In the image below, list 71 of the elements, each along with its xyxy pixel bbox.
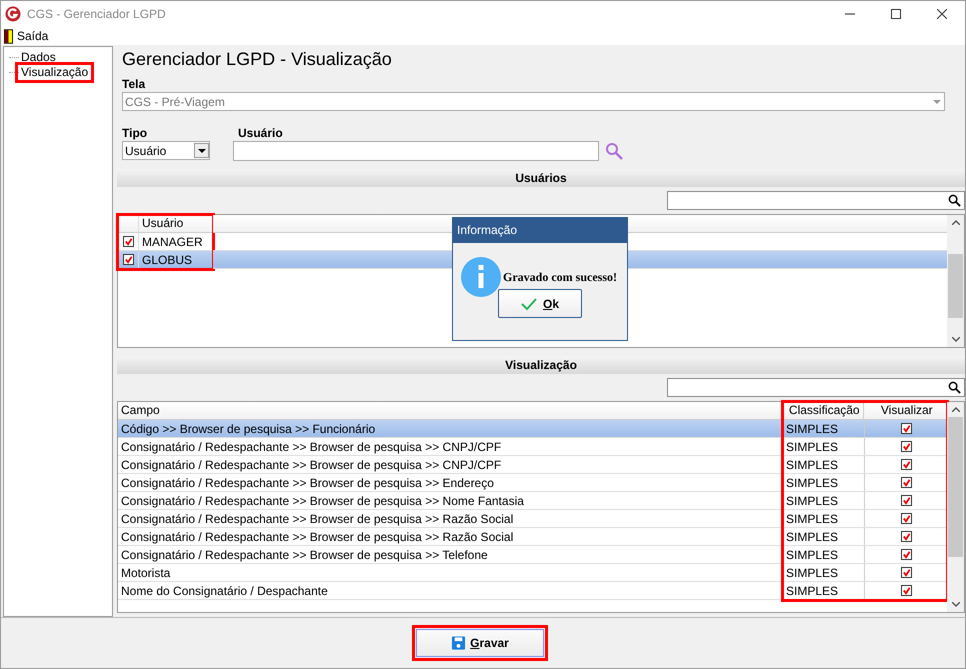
- checkbox[interactable]: [900, 441, 912, 452]
- checkbox[interactable]: [122, 236, 134, 247]
- table-cell: SIMPLES: [783, 420, 865, 437]
- window-title: CGS - Gerenciador LGPD: [27, 7, 166, 21]
- table-cell-text: Consignatário / Redespachante >> Browser de pesquisa >> Endereço: [120, 476, 494, 490]
- column-header: Visualizar: [880, 402, 934, 419]
- checkbox[interactable]: [900, 477, 912, 488]
- section-header: Usuários: [117, 169, 965, 187]
- table-cell-text: Consignatário / Redespachante >> Browser de pesquisa >> CNPJ/CPF: [120, 440, 502, 454]
- column-header: Usuário: [141, 215, 184, 232]
- scroll-up-icon[interactable]: [952, 220, 960, 225]
- table-cell-text: Consignatário / Redespachante >> Browser de pesquisa >> CNPJ/CPF: [120, 458, 502, 472]
- filter-field[interactable]: [667, 378, 965, 397]
- type-dropdown[interactable]: Usuário: [122, 141, 210, 160]
- checkbox[interactable]: [900, 531, 912, 542]
- field-label: Usuário: [237, 125, 284, 141]
- table-cell: SIMPLES: [783, 492, 865, 509]
- app-logo-icon: [5, 6, 21, 22]
- checkbox[interactable]: [900, 423, 912, 434]
- checkbox[interactable]: [900, 513, 912, 524]
- menu-item[interactable]: Saída: [4, 28, 48, 44]
- dropdown-arrow-icon[interactable]: [198, 148, 206, 152]
- door-icon: [4, 28, 13, 44]
- checkbox[interactable]: [900, 495, 912, 506]
- scroll-up-icon[interactable]: [952, 407, 960, 412]
- filter-field[interactable]: [667, 191, 965, 210]
- column-header: Campo: [120, 402, 160, 419]
- user-input-field[interactable]: [233, 141, 599, 161]
- column-header: Classificação: [783, 402, 864, 419]
- save-button[interactable]: Gravar: [416, 629, 544, 657]
- field-label: Tipo: [121, 125, 148, 141]
- section-header: Visualização: [117, 356, 965, 374]
- scroll-down-icon[interactable]: [952, 337, 960, 342]
- checkbox[interactable]: [900, 585, 912, 596]
- table-cell-text: Consignatário / Redespachante >> Browser de pesquisa >> Razão Social: [120, 512, 514, 526]
- table-cell-text: Consignatário / Redespachante >> Browser de pesquisa >> Telefone: [120, 548, 488, 562]
- table-cell-text: Consignatário / Redespachante >> Browser de pesquisa >> Nome Fantasia: [120, 494, 524, 508]
- checkmark-icon: [520, 298, 537, 310]
- table-cell-text: Código >> Browser de pesquisa >> Funcionário: [120, 422, 376, 436]
- table-cell: SIMPLES: [783, 582, 865, 599]
- dialog-message: Gravado com sucesso!: [503, 270, 617, 284]
- checkbox[interactable]: [900, 549, 912, 560]
- dialog-title: Informação: [453, 218, 627, 243]
- ok-button[interactable]: Ok: [498, 289, 582, 318]
- page-heading: Gerenciador LGPD - Visualização: [121, 48, 393, 71]
- checkbox[interactable]: [122, 254, 134, 265]
- table-cell-text: Nome do Consignatário / Despachante: [120, 584, 328, 598]
- close-icon[interactable]: [937, 9, 947, 19]
- table-cell: SIMPLES: [783, 546, 865, 563]
- table-cell-text: Motorista: [120, 566, 170, 580]
- checkbox[interactable]: [900, 567, 912, 578]
- checkbox[interactable]: [900, 459, 912, 470]
- scrollbar[interactable]: [947, 402, 964, 612]
- maximize-icon[interactable]: [891, 9, 901, 19]
- scrollbar[interactable]: [947, 215, 964, 347]
- tree-item[interactable]: Dados: [19, 51, 58, 64]
- table-cell: SIMPLES: [783, 438, 865, 455]
- table-cell: SIMPLES: [783, 510, 865, 527]
- search-icon[interactable]: [948, 381, 961, 394]
- table-row[interactable]: GLOBUS: [118, 251, 213, 269]
- table-cell-text: MANAGER: [141, 234, 203, 248]
- table-cell: SIMPLES: [783, 564, 865, 581]
- table-cell: SIMPLES: [783, 474, 865, 491]
- info-icon: [461, 257, 501, 297]
- table-cell-text: GLOBUS: [141, 252, 192, 266]
- table-cell-text: Consignatário / Redespachante >> Browser de pesquisa >> Razão Social: [120, 530, 514, 544]
- table-cell: SIMPLES: [783, 456, 865, 473]
- field-label: Tela: [121, 76, 146, 92]
- search-icon[interactable]: [948, 194, 961, 207]
- table-cell: SIMPLES: [783, 528, 865, 545]
- scroll-down-icon[interactable]: [952, 602, 960, 607]
